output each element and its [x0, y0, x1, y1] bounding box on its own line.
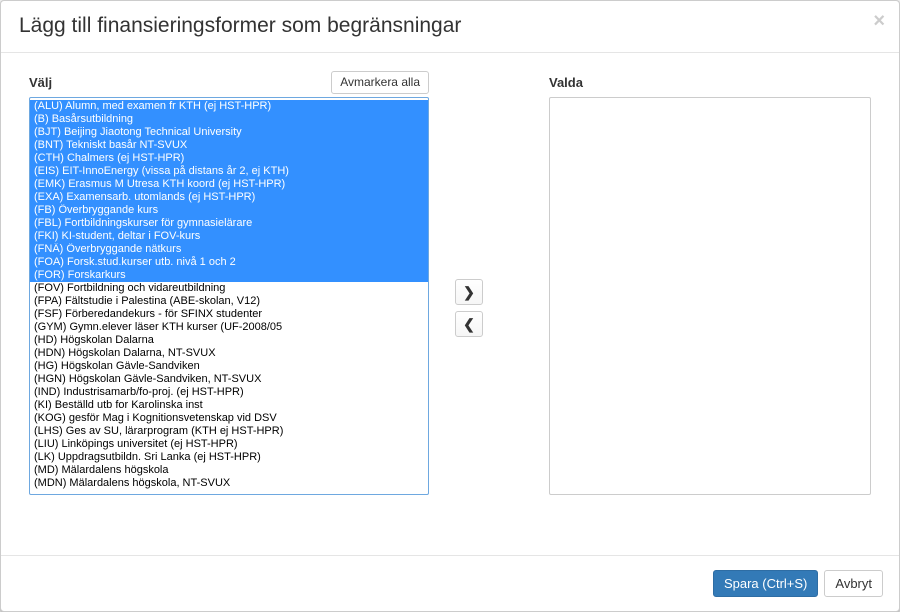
chevron-right-icon: ❯ — [463, 284, 475, 301]
list-item[interactable]: (KI) Beställd utb for Karolinska inst — [30, 399, 428, 412]
modal-body: Välj Avmarkera alla (ALU) Alumn, med exa… — [1, 53, 899, 555]
chevron-left-icon: ❮ — [463, 316, 475, 333]
available-header: Välj Avmarkera alla — [29, 71, 429, 93]
list-item[interactable]: (MD) Mälardalens högskola — [30, 464, 428, 477]
list-item[interactable]: (LK) Uppdragsutbildn. Sri Lanka (ej HST-… — [30, 451, 428, 464]
list-item[interactable]: (FKI) KI-student, deltar i FOV-kurs — [30, 230, 428, 243]
list-item[interactable]: (B) Basårsutbildning — [30, 113, 428, 126]
selected-header: Valda — [549, 71, 871, 93]
list-item[interactable]: (BNT) Tekniskt basår NT-SVUX — [30, 139, 428, 152]
list-item[interactable]: (LHS) Ges av SU, lärarprogram (KTH ej HS… — [30, 425, 428, 438]
list-item[interactable]: (FOV) Fortbildning och vidareutbildning — [30, 282, 428, 295]
deselect-all-button[interactable]: Avmarkera alla — [331, 71, 429, 94]
list-item[interactable]: (FPA) Fältstudie i Palestina (ABE-skolan… — [30, 295, 428, 308]
list-item[interactable]: (HD) Högskolan Dalarna — [30, 334, 428, 347]
modal-dialog: Lägg till finansieringsformer som begrän… — [0, 0, 900, 612]
selected-column: Valda — [509, 71, 871, 545]
save-button[interactable]: Spara (Ctrl+S) — [713, 570, 818, 597]
list-item[interactable]: (KOG) gesför Mag i Kognitionsvetenskap v… — [30, 412, 428, 425]
list-item[interactable]: (GYM) Gymn.elever läser KTH kurser (UF-2… — [30, 321, 428, 334]
available-column: Välj Avmarkera alla (ALU) Alumn, med exa… — [29, 71, 429, 545]
move-right-button[interactable]: ❯ — [455, 279, 483, 305]
modal-footer: Spara (Ctrl+S) Avbryt — [1, 555, 899, 611]
selected-listbox[interactable] — [549, 97, 871, 495]
list-item[interactable]: (ALU) Alumn, med examen fr KTH (ej HST-H… — [30, 100, 428, 113]
list-item[interactable]: (LIU) Linköpings universitet (ej HST-HPR… — [30, 438, 428, 451]
list-item[interactable]: (EIS) EIT-InnoEnergy (vissa på distans å… — [30, 165, 428, 178]
list-item[interactable]: (HGN) Högskolan Gävle-Sandviken, NT-SVUX — [30, 373, 428, 386]
list-item[interactable]: (FSF) Förberedandekurs - för SFINX stude… — [30, 308, 428, 321]
list-item[interactable]: (IND) Industrisamarb/fo-proj. (ej HST-HP… — [30, 386, 428, 399]
list-item[interactable]: (HDN) Högskolan Dalarna, NT-SVUX — [30, 347, 428, 360]
transfer-buttons-column: ❯ ❮ — [439, 71, 499, 545]
close-icon[interactable]: × — [873, 11, 885, 31]
list-item[interactable]: (FNÄ) Överbryggande nätkurs — [30, 243, 428, 256]
available-label: Välj — [29, 75, 52, 90]
list-item[interactable]: (FOA) Forsk.stud.kurser utb. nivå 1 och … — [30, 256, 428, 269]
list-item[interactable]: (FB) Överbryggande kurs — [30, 204, 428, 217]
list-item[interactable]: (MDN) Mälardalens högskola, NT-SVUX — [30, 477, 428, 490]
modal-title: Lägg till finansieringsformer som begrän… — [19, 11, 881, 40]
selected-label: Valda — [549, 75, 583, 90]
available-listbox[interactable]: (ALU) Alumn, med examen fr KTH (ej HST-H… — [29, 97, 429, 495]
modal-header: Lägg till finansieringsformer som begrän… — [1, 1, 899, 53]
list-item[interactable]: (HG) Högskolan Gävle-Sandviken — [30, 360, 428, 373]
move-left-button[interactable]: ❮ — [455, 311, 483, 337]
list-item[interactable]: (EXA) Examensarb. utomlands (ej HST-HPR) — [30, 191, 428, 204]
list-item[interactable]: (EMK) Erasmus M Utresa KTH koord (ej HST… — [30, 178, 428, 191]
list-item[interactable]: (BJT) Beijing Jiaotong Technical Univers… — [30, 126, 428, 139]
cancel-button[interactable]: Avbryt — [824, 570, 883, 597]
list-item[interactable]: (FOR) Forskarkurs — [30, 269, 428, 282]
list-item[interactable]: (FBL) Fortbildningskurser för gymnasielä… — [30, 217, 428, 230]
list-item[interactable]: (CTH) Chalmers (ej HST-HPR) — [30, 152, 428, 165]
